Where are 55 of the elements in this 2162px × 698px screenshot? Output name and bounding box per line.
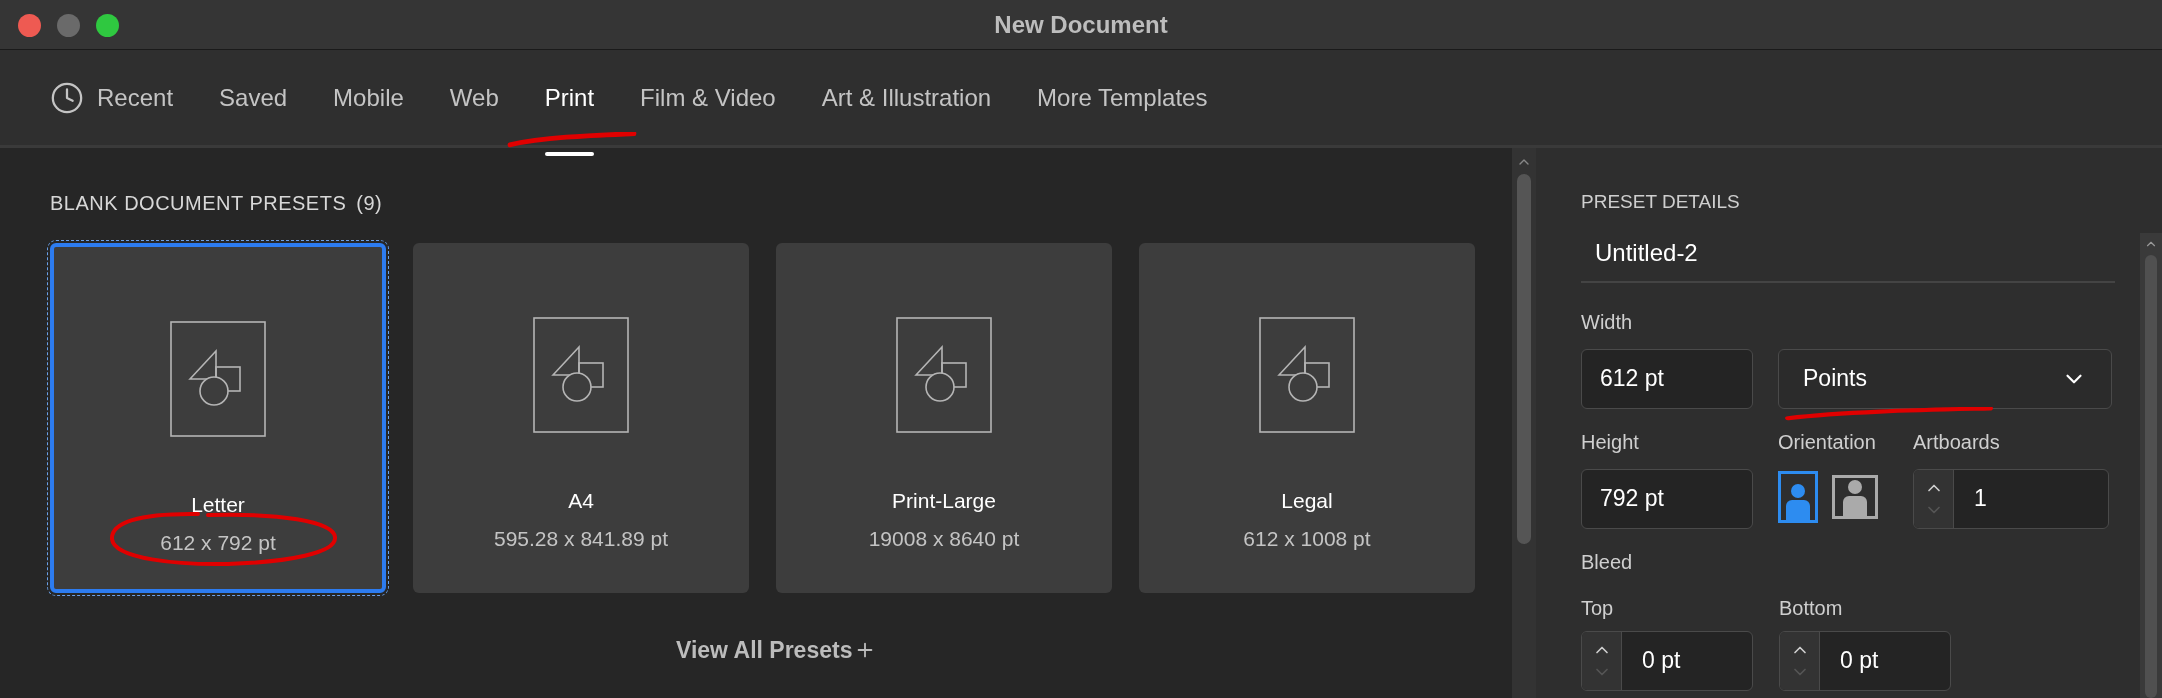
preset-size: 612 x 1008 pt [1243,525,1371,552]
section-heading: BLANK DOCUMENT PRESETS [50,191,347,216]
category-tab[interactable]: Saved [219,79,288,116]
view-all-presets-link[interactable]: View All Presets [676,633,877,668]
preset-card[interactable]: Legal 612 x 1008 pt [1139,243,1475,593]
field-label: Orientation [1778,429,1877,455]
category-tab[interactable]: Web [449,79,499,116]
preset-card[interactable]: A4 595.28 x 841.89 pt [413,243,749,593]
preset-name: Legal [1281,488,1333,514]
stepper-value: 0 pt [1839,646,1879,676]
stepper-field[interactable]: 0 pt [1581,630,1753,691]
height-field[interactable]: 792 pt [1581,468,1753,529]
category-tab[interactable]: Mobile [333,79,404,116]
field-label: Bleed [1581,549,1634,575]
preset-card[interactable]: Letter 612 x 792 pt [50,243,386,593]
category-tab[interactable]: Film & Video [640,79,776,116]
field-label: Top [1581,595,1615,621]
document-shapes-icon [1259,317,1355,433]
scrollbar[interactable] [1512,148,1536,698]
preset-size: 595.28 x 841.89 pt [494,525,668,552]
minimize-window-button[interactable] [57,14,80,37]
category-tab[interactable]: Art & Illustration [821,79,992,116]
stepper-field[interactable]: 1 [1913,468,2109,529]
preset-name: A4 [568,488,594,514]
landscape-button[interactable] [1831,474,1878,519]
units-dropdown[interactable]: Points [1778,348,2112,409]
clock-icon [50,80,84,115]
field-label: Bottom [1779,595,1844,621]
field-label: Width [1581,309,1634,335]
field-label: Height [1581,429,1640,455]
preset-size: 19008 x 8640 pt [868,525,1020,552]
preset-name: Print-Large [892,488,996,514]
preset-size: 612 x 792 pt [160,529,276,556]
category-tab[interactable]: Recent [50,79,174,116]
scrollbar[interactable] [2140,233,2162,698]
field-label: Artboards [1913,429,2001,455]
preset-card[interactable]: Print-Large 19008 x 8640 pt [776,243,1112,593]
stepper-field[interactable]: 0 pt [1779,630,1951,691]
section-heading: PRESET DETAILS [1581,190,1741,214]
document-shapes-icon [896,317,992,433]
close-window-button[interactable] [18,14,41,37]
zoom-window-button[interactable] [96,14,119,37]
category-tab[interactable]: Print [544,79,595,116]
preset-name: Letter [191,492,245,518]
stepper-value: 0 pt [1641,646,1681,676]
window-title: New Document [994,9,1168,40]
tab-indicator [544,151,595,156]
document-name-field[interactable]: Untitled-2 [1581,234,2115,283]
document-shapes-icon [170,321,266,437]
stepper-value: 1 [1973,484,1987,514]
preset-count: (9) [356,191,383,216]
portrait-button[interactable] [1778,470,1818,523]
document-shapes-icon [533,317,629,433]
category-tab[interactable]: More Templates [1037,79,1208,116]
width-field[interactable]: 612 pt [1581,348,1753,409]
